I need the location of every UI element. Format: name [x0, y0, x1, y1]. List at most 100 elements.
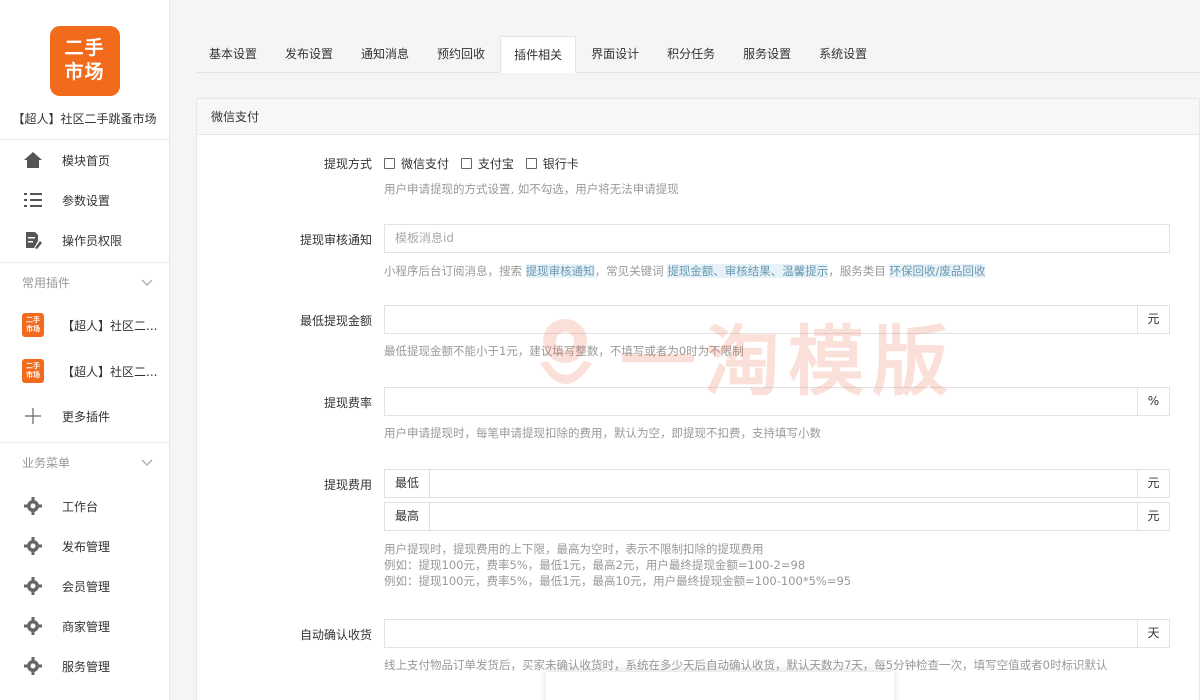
checkbox-label: 支付宝 [477, 157, 514, 171]
business-group-header[interactable]: 业务菜单 [0, 442, 169, 482]
auto-confirm-group: 天 [384, 619, 1170, 648]
sidebar-item-merchant-manage[interactable]: 商家管理 [0, 606, 169, 646]
min-amount-unit: 元 [1137, 305, 1170, 334]
checkbox-label: 微信支付 [401, 157, 450, 171]
main-content: 基本设置 发布设置 通知消息 预约回收 插件相关 界面设计 积分任务 服务设置 … [170, 0, 1200, 700]
sidebar-item-label: 会员管理 [62, 579, 111, 594]
fee-amount-help-1: 用户提现时，提现费用的上下限，最高为空时，表示不限制扣除的提现费用 [384, 542, 764, 556]
fee-rate-label: 提现费率 [323, 396, 372, 410]
floating-bottom-panel [546, 672, 894, 700]
app-root: 二手 市场 【超人】社区二手跳蚤市场 模块首页 参数设置 操作员权限 常用插件 … [0, 0, 1200, 700]
sidebar: 二手 市场 【超人】社区二手跳蚤市场 模块首页 参数设置 操作员权限 常用插件 … [0, 0, 170, 700]
app-logo[interactable]: 二手 市场 [49, 26, 120, 96]
tab-points-tasks[interactable]: 积分任务 [654, 36, 728, 72]
fee-rate-help: 用户申请提现时，每笔申请提现扣除的费用，默认为空，即提现不扣费，支持填写小数 [384, 426, 821, 440]
gear-icon [22, 535, 44, 557]
plugin-thumb: 二手 市场 [22, 313, 44, 337]
gear-icon [22, 575, 44, 597]
fee-max-prefix: 最高 [384, 502, 430, 531]
tab-notifications[interactable]: 通知消息 [348, 36, 422, 72]
withdraw-method-options: 微信支付 支付宝 银行卡 [384, 155, 587, 172]
fee-min-unit: 元 [1137, 469, 1170, 498]
withdraw-method-label: 提现方式 [323, 157, 372, 171]
fee-min-prefix: 最低 [384, 469, 430, 498]
sidebar-plugin-2[interactable]: 二手 市场 【超人】社区二... [0, 348, 169, 394]
sidebar-item-label: 【超人】社区二... [62, 318, 158, 333]
help-text: 小程序后台订阅消息，搜索 [384, 264, 526, 278]
auto-confirm-label: 自动确认收货 [299, 628, 372, 642]
min-amount-help: 最低提现金额不能小于1元，建议填写整数，不填写或者为0时为不限制 [384, 344, 744, 358]
plugin-group-header[interactable]: 常用插件 [0, 262, 169, 302]
help-text: ，服务类目 [828, 264, 890, 278]
sidebar-header: 二手 市场 【超人】社区二手跳蚤市场 [0, 0, 169, 140]
list-icon [22, 189, 44, 211]
home-icon [22, 149, 44, 171]
withdraw-alipay-checkbox[interactable]: 支付宝 [460, 155, 514, 172]
sidebar-item-params[interactable]: 参数设置 [0, 180, 169, 220]
keyword-highlight: 提现审核通知 [525, 264, 595, 278]
business-group-title: 业务菜单 [22, 456, 71, 470]
fee-min-input[interactable] [429, 469, 1138, 498]
tab-ui-design[interactable]: 界面设计 [578, 36, 652, 72]
logo-line2: 市场 [64, 61, 105, 83]
min-amount-label: 最低提现金额 [299, 314, 372, 328]
min-amount-input[interactable] [384, 305, 1138, 334]
logo-line1: 二手 [64, 37, 105, 59]
withdraw-wechat-checkbox[interactable]: 微信支付 [384, 155, 449, 172]
tab-publish-settings[interactable]: 发布设置 [272, 36, 346, 72]
fee-max-input[interactable] [429, 502, 1138, 531]
withdraw-bankcard-checkbox[interactable]: 银行卡 [525, 155, 579, 172]
auto-confirm-help: 线上支付物品订单发货后，买家未确认收货时，系统在多少天后自动确认收货，默认天数为… [384, 658, 1108, 672]
tab-service-settings[interactable]: 服务设置 [730, 36, 804, 72]
checkbox-box [525, 158, 537, 169]
help-text: ，常见关键词 [594, 264, 668, 278]
sidebar-more-plugins[interactable]: 更多插件 [0, 394, 169, 438]
sidebar-item-label: 服务管理 [62, 659, 111, 674]
fee-rate-input[interactable] [384, 387, 1138, 416]
document-edit-icon [22, 229, 44, 251]
fee-amount-help-2: 例如：提现100元，费率5%，最低1元，最高2元，用户最终提现金额=100-2=… [384, 558, 806, 572]
plugin-group-title: 常用插件 [22, 276, 71, 290]
tab-system-settings[interactable]: 系统设置 [806, 36, 880, 72]
sidebar-plugin-1[interactable]: 二手 市场 【超人】社区二... [0, 302, 169, 348]
sidebar-item-publish-manage[interactable]: 发布管理 [0, 526, 169, 566]
plus-icon [22, 405, 44, 427]
audit-notice-label: 提现审核通知 [299, 233, 372, 247]
sidebar-item-label: 操作员权限 [62, 233, 123, 248]
tab-basic-settings[interactable]: 基本设置 [196, 36, 270, 72]
sidebar-item-operator-permissions[interactable]: 操作员权限 [0, 220, 169, 260]
main-nav: 模块首页 参数设置 操作员权限 [0, 140, 169, 260]
keyword-highlight: 提现金额、审核结果、温馨提示 [667, 264, 829, 278]
sidebar-item-label: 商家管理 [62, 619, 111, 634]
sidebar-item-module-home[interactable]: 模块首页 [0, 140, 169, 180]
fee-rate-group: % [384, 387, 1170, 416]
keyword-highlight: 环保回收/废品回收 [889, 264, 986, 278]
sidebar-item-label: 参数设置 [62, 193, 111, 208]
sidebar-item-label: 工作台 [62, 499, 99, 514]
sidebar-item-label: 模块首页 [62, 153, 111, 168]
business-menu: 工作台 发布管理 会员管理 商家管理 服务管理 [0, 482, 169, 686]
fee-amount-label: 提现费用 [323, 478, 372, 492]
tab-plugins[interactable]: 插件相关 [500, 36, 577, 73]
plugin-thumb: 二手 市场 [22, 359, 44, 383]
audit-notice-input[interactable]: 模板消息id [384, 224, 1170, 253]
gear-icon [22, 655, 44, 677]
sidebar-item-member-manage[interactable]: 会员管理 [0, 566, 169, 606]
withdraw-method-help: 用户申请提现的方式设置, 如不勾选，用户将无法申请提现 [384, 182, 679, 196]
min-amount-group: 元 [384, 305, 1170, 334]
auto-confirm-input[interactable] [384, 619, 1138, 648]
fee-amount-help-3: 例如：提现100元，费率5%，最低1元，最高10元，用户最终提现金额=100-1… [384, 574, 852, 588]
gear-icon [22, 615, 44, 637]
panel-title: 微信支付 [197, 99, 1199, 135]
checkbox-box [384, 158, 395, 169]
checkbox-box [460, 158, 472, 169]
plugin-thumbnail-icon: 二手 市场 [22, 359, 44, 383]
tab-recycle-booking[interactable]: 预约回收 [424, 36, 498, 72]
fee-max-unit: 元 [1137, 502, 1170, 531]
sidebar-item-service-manage[interactable]: 服务管理 [0, 646, 169, 686]
sidebar-item-workbench[interactable]: 工作台 [0, 486, 169, 526]
sidebar-item-label: 更多插件 [62, 409, 111, 424]
checkbox-label: 银行卡 [542, 157, 579, 171]
settings-tabs: 基本设置 发布设置 通知消息 预约回收 插件相关 界面设计 积分任务 服务设置 … [196, 36, 1200, 73]
gear-icon [22, 495, 44, 517]
